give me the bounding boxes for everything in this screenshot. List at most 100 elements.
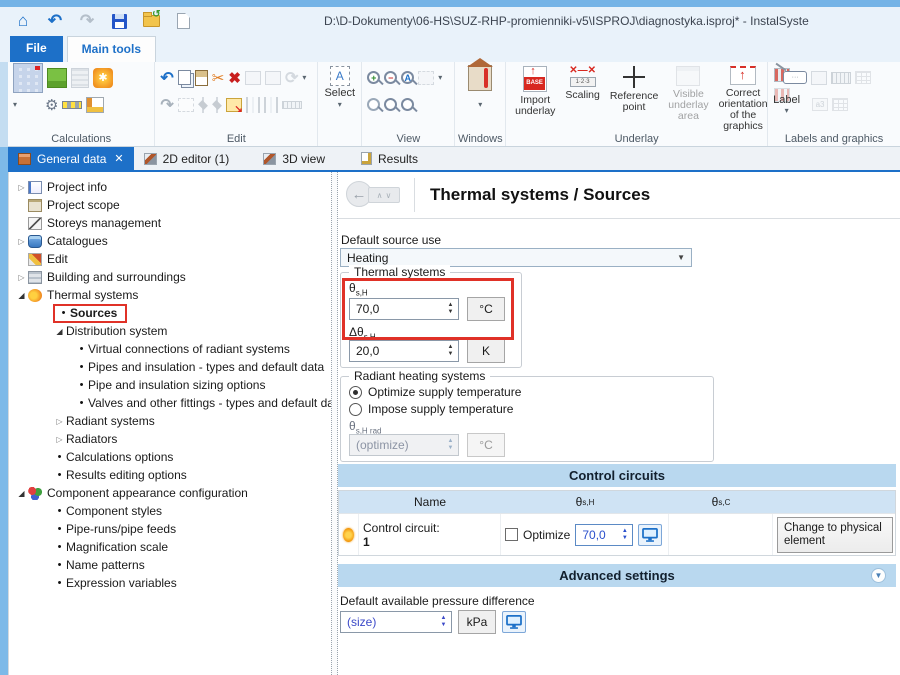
- tree-item-sources[interactable]: •Sources: [9, 304, 331, 322]
- radio-impose-supply[interactable]: Impose supply temperature: [349, 402, 513, 416]
- expand-arrow-icon[interactable]: ▷: [15, 183, 28, 192]
- redo-edit-icon[interactable]: ↷: [160, 95, 173, 115]
- heating-calc-icon[interactable]: [47, 68, 67, 88]
- zoom-out-icon[interactable]: −: [384, 71, 397, 84]
- delta-theta-spinner[interactable]: 20,0 ▲▼: [349, 340, 459, 362]
- expand-arrow-icon[interactable]: ▷: [53, 417, 66, 426]
- zoom-in-icon[interactable]: +: [367, 71, 380, 84]
- tab-file[interactable]: File: [10, 36, 63, 62]
- tree-item-catalogues[interactable]: ▷Catalogues: [9, 232, 331, 250]
- panel-splitter[interactable]: [331, 172, 338, 675]
- measure-icon[interactable]: [282, 101, 302, 109]
- tree-item-virtual-connections-of-radiant-systems[interactable]: •Virtual connections of radiant systems: [9, 340, 331, 358]
- spinner-arrows-icon[interactable]: ▲▼: [617, 525, 632, 545]
- join-icon[interactable]: [212, 97, 222, 113]
- tree-item-pipes-and-insulation-types-and-default-data[interactable]: •Pipes and insulation - types and defaul…: [9, 358, 331, 376]
- delete-icon[interactable]: ✖: [228, 69, 241, 87]
- tree-item-results-editing-options[interactable]: •Results editing options: [9, 466, 331, 484]
- tree-item-calculations-options[interactable]: •Calculations options: [9, 448, 331, 466]
- optimize-checkbox[interactable]: [505, 528, 518, 541]
- tree-item-project-scope[interactable]: Project scope: [9, 196, 331, 214]
- tree-item-pipe-and-insulation-sizing-options[interactable]: •Pipe and insulation sizing options: [9, 376, 331, 394]
- spinner-arrows-icon[interactable]: ▲▼: [443, 299, 458, 319]
- save-icon[interactable]: [108, 10, 130, 32]
- pressure-spinner[interactable]: (size) ▲▼: [340, 611, 452, 633]
- table-small-icon[interactable]: [855, 71, 871, 84]
- reference-point-button[interactable]: Reference point: [606, 64, 662, 132]
- list-icon[interactable]: [831, 72, 851, 84]
- zoom-all-icon[interactable]: A: [401, 71, 414, 84]
- cooling-calc-icon[interactable]: ✱: [93, 68, 113, 88]
- tree-item-edit[interactable]: Edit: [9, 250, 331, 268]
- label-button[interactable]: Label ▾: [773, 94, 800, 115]
- cut-icon[interactable]: ✂: [212, 69, 225, 87]
- chevron-down-icon[interactable]: ▾: [478, 100, 482, 109]
- collapse-chevron-icon[interactable]: ▼: [871, 568, 886, 583]
- chevron-down-icon[interactable]: ▾: [302, 73, 306, 82]
- pan-icon[interactable]: [367, 98, 380, 111]
- correct-orientation-button[interactable]: Correct orientation of the graphics: [715, 64, 772, 132]
- expand-arrow-icon[interactable]: ▷: [15, 237, 28, 246]
- tree-item-component-styles[interactable]: •Component styles: [9, 502, 331, 520]
- tree-item-name-patterns[interactable]: •Name patterns: [9, 556, 331, 574]
- copy-icon[interactable]: [178, 70, 191, 85]
- circuit-theta-h-spinner[interactable]: 70,0 ▲▼: [575, 524, 633, 546]
- tree-item-project-info[interactable]: ▷Project info: [9, 178, 331, 196]
- tree-item-thermal-systems[interactable]: ◢Thermal systems: [9, 286, 331, 304]
- redo-icon[interactable]: ↷: [76, 10, 98, 32]
- tab-results[interactable]: Results: [351, 147, 428, 170]
- tree-item-storeys-management[interactable]: Storeys management: [9, 214, 331, 232]
- expand-arrow-icon[interactable]: ▷: [15, 273, 28, 282]
- edit-note-icon[interactable]: [811, 71, 827, 85]
- tree-item-magnification-scale[interactable]: •Magnification scale: [9, 538, 331, 556]
- rotate-icon[interactable]: ⟳: [285, 68, 298, 88]
- undo-icon[interactable]: ↶: [44, 10, 66, 32]
- tree-item-building-and-surroundings[interactable]: ▷Building and surroundings: [9, 268, 331, 286]
- diagnostics-icon[interactable]: [86, 97, 104, 113]
- close-tab-icon[interactable]: ✕: [114, 152, 123, 165]
- spinner-arrows-icon[interactable]: ▲▼: [436, 612, 451, 632]
- import-underlay-button[interactable]: Import underlay: [511, 64, 559, 132]
- delta-theta-unit-button[interactable]: K: [467, 339, 505, 363]
- theta-sh-unit-button[interactable]: °C: [467, 297, 505, 321]
- collapse-arrow-icon[interactable]: ◢: [15, 489, 28, 498]
- chevron-down-icon[interactable]: ▾: [438, 73, 442, 82]
- mirror-vertical-icon[interactable]: [264, 97, 278, 113]
- scaling-button[interactable]: ✕—✕1·2·3 Scaling: [561, 64, 603, 132]
- visible-underlay-button[interactable]: Visible underlay area: [664, 64, 712, 132]
- tree-item-expression-variables[interactable]: •Expression variables: [9, 574, 331, 592]
- zoom-window-icon[interactable]: [401, 98, 414, 111]
- calculate-icon[interactable]: [13, 63, 43, 93]
- grid-icon[interactable]: [832, 98, 848, 111]
- computer-default-icon[interactable]: [638, 524, 662, 546]
- chevron-down-icon[interactable]: ▾: [13, 100, 17, 109]
- empty-selection-icon[interactable]: [178, 98, 194, 112]
- tree-item-component-appearance-configuration[interactable]: ◢Component appearance configuration: [9, 484, 331, 502]
- tab-2d-editor[interactable]: 2D editor (1): [134, 147, 240, 170]
- pressure-unit-button[interactable]: kPa: [458, 610, 496, 634]
- open-icon[interactable]: [140, 10, 162, 32]
- app-logo-icon[interactable]: ⌂: [12, 10, 34, 32]
- theta-sh-spinner[interactable]: 70,0 ▲▼: [349, 298, 459, 320]
- tree-item-distribution-system[interactable]: ◢Distribution system: [9, 322, 331, 340]
- move-icon[interactable]: [226, 98, 242, 112]
- expand-arrow-icon[interactable]: ▷: [53, 435, 66, 444]
- tab-3d-view[interactable]: 3D view: [253, 147, 335, 170]
- pipe-calc-icon[interactable]: [62, 101, 82, 109]
- change-to-physical-button[interactable]: Change to physical element: [777, 517, 893, 553]
- mirror-horizontal-icon[interactable]: [246, 97, 260, 113]
- building-calc-icon[interactable]: [71, 68, 89, 88]
- nav-up-down-buttons[interactable]: ∧∨: [368, 187, 400, 203]
- label-tag-icon[interactable]: ···: [773, 71, 807, 84]
- windows-house-icon[interactable]: [468, 65, 492, 91]
- tree-item-pipe-runs-pipe-feeds[interactable]: •Pipe-runs/pipe feeds: [9, 520, 331, 538]
- computer-default-icon[interactable]: [502, 611, 526, 633]
- spinner-arrows-icon[interactable]: ▲▼: [443, 341, 458, 361]
- new-document-icon[interactable]: [172, 10, 194, 32]
- zoom-previous-icon[interactable]: [384, 98, 397, 111]
- undo-edit-icon[interactable]: ↶: [160, 68, 173, 88]
- tree-item-radiators[interactable]: ▷Radiators: [9, 430, 331, 448]
- zoom-selection-icon[interactable]: [418, 71, 434, 85]
- radio-optimize-supply[interactable]: Optimize supply temperature: [349, 385, 521, 399]
- a3-format-icon[interactable]: a3: [812, 98, 828, 111]
